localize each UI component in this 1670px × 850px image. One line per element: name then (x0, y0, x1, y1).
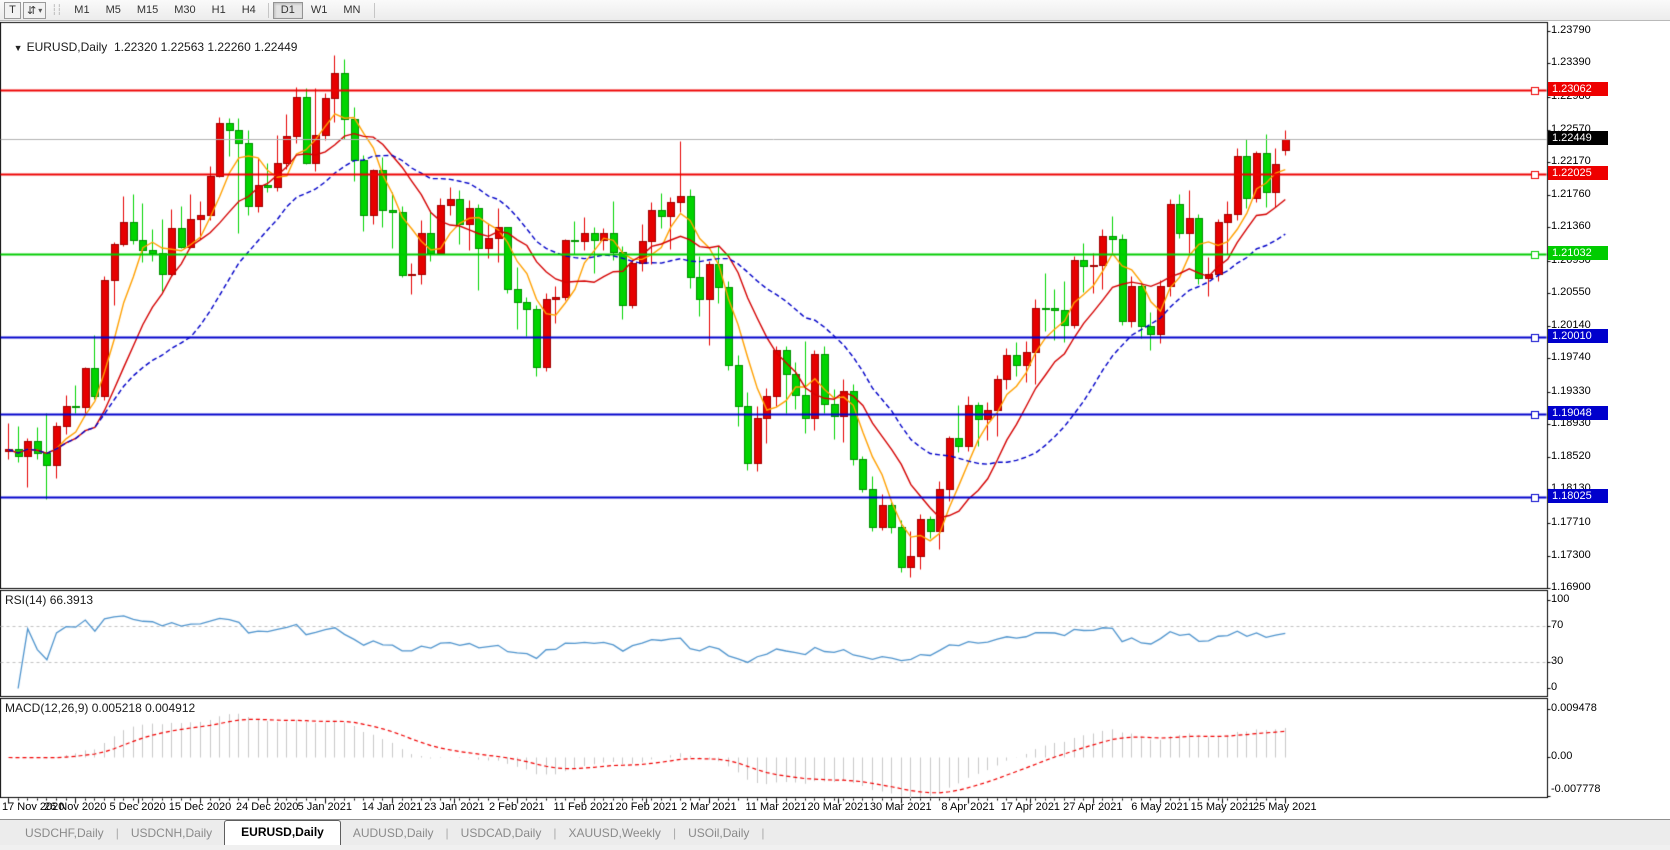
timeframe-button-m30[interactable]: M30 (166, 2, 203, 19)
symbol-tab-bar: USDCHF,Daily | USDCNH,DailyEURUSD,DailyAUD… (0, 819, 1670, 845)
rsi-axis-label: 100 (1551, 593, 1569, 605)
status-strip (0, 845, 1670, 850)
price-axis-tick: 1.17300 (1551, 549, 1591, 561)
toolbar-separator (374, 3, 375, 18)
tab-separator: | (761, 826, 764, 845)
timeframe-button-w1[interactable]: W1 (303, 2, 336, 19)
date-axis-label: 20 Feb 2021 (616, 801, 678, 813)
timeframe-button-mn[interactable]: MN (335, 2, 368, 19)
price-axis-tick: 1.19330 (1551, 385, 1591, 397)
macd-signal-value: 0.004912 (145, 701, 195, 715)
date-axis-label: 5 Jan 2021 (298, 801, 352, 813)
tab-usdcnh-daily[interactable]: USDCNH,Daily (119, 822, 224, 845)
tab-usdcad-daily[interactable]: USDCAD,Daily (449, 822, 554, 845)
price-axis-tick: 1.23390 (1551, 56, 1591, 68)
chevron-down-icon: ▾ (38, 6, 42, 15)
macd-main-value: 0.005218 (92, 701, 142, 715)
price-level-badge[interactable]: 1.23062 (1548, 82, 1608, 96)
date-axis-label: 5 Dec 2020 (109, 801, 165, 813)
arrange-symbols-button[interactable]: ⇵▾ (23, 2, 46, 19)
current-price-badge: 1.22449 (1548, 131, 1608, 145)
price-axis-tick: 1.19740 (1551, 351, 1591, 363)
date-axis-label: 24 Dec 2020 (236, 801, 298, 813)
date-axis-label: 15 May 2021 (1191, 801, 1255, 813)
tab-usdchf-daily[interactable]: USDCHF,Daily (13, 822, 116, 845)
chart-symbol-label: EURUSD,Daily (27, 40, 108, 54)
date-axis-label: 6 May 2021 (1131, 801, 1188, 813)
timeframe-button-h1[interactable]: H1 (204, 2, 234, 19)
date-axis-label: 2 Mar 2021 (681, 801, 737, 813)
trading-terminal-window: { "toolbar": { "text_tool_label": "T", "… (0, 0, 1670, 850)
date-axis-label: 14 Jan 2021 (362, 801, 423, 813)
date-axis-label: 11 Mar 2021 (746, 801, 807, 813)
date-axis-label: 27 Apr 2021 (1063, 801, 1122, 813)
price-axis-tick: 1.18520 (1551, 450, 1591, 462)
date-axis-label: 20 Mar 2021 (808, 801, 870, 813)
text-tool-button[interactable]: T (4, 2, 21, 19)
top-toolbar: T ⇵▾ ┆┆ M1M5M15M30H1H4 D1W1MN (0, 0, 1670, 21)
rsi-axis-label: 0 (1551, 681, 1557, 693)
date-axis-label: 26 Nov 2020 (44, 801, 106, 813)
timeframe-button-m5[interactable]: M5 (98, 2, 129, 19)
toolbar-separator (268, 3, 269, 18)
price-axis-tick: 1.20550 (1551, 286, 1591, 298)
tab-xauusd-weekly[interactable]: XAUUSD,Weekly (556, 822, 672, 845)
date-axis-label: 23 Jan 2021 (424, 801, 485, 813)
timeframe-button-m15[interactable]: M15 (129, 2, 166, 19)
price-chart-canvas[interactable] (0, 0, 1670, 850)
tab-eurusd-daily[interactable]: EURUSD,Daily (224, 820, 341, 845)
toolbar-grip: ┆┆ (51, 5, 61, 16)
macd-axis-label: 0.00 (1551, 750, 1572, 762)
date-axis-label: 8 Apr 2021 (941, 801, 994, 813)
price-level-badge[interactable]: 1.19048 (1548, 406, 1608, 420)
sort-arrows-icon: ⇵ (27, 4, 36, 17)
price-level-badge[interactable]: 1.20010 (1548, 329, 1608, 343)
price-axis-tick: 1.16900 (1551, 581, 1591, 593)
macd-label: MACD(12,26,9) 0.005218 0.004912 (5, 701, 195, 715)
rsi-value: 66.3913 (50, 593, 93, 607)
price-level-badge[interactable]: 1.22025 (1548, 166, 1608, 180)
timeframe-button-group: M1M5M15M30H1H4 D1W1MN (66, 2, 368, 19)
tab-usoil-daily[interactable]: USOil,Daily (676, 822, 761, 845)
price-level-badge[interactable]: 1.21032 (1548, 246, 1608, 260)
price-axis-tick: 1.17710 (1551, 516, 1591, 528)
price-axis-tick: 1.21360 (1551, 220, 1591, 232)
macd-axis-label: 0.009478 (1551, 702, 1597, 714)
rsi-axis-label: 70 (1551, 619, 1563, 631)
date-axis-label: 17 Apr 2021 (1001, 801, 1060, 813)
timeframe-button-m1[interactable]: M1 (66, 2, 97, 19)
date-axis-label: 15 Dec 2020 (169, 801, 231, 813)
rsi-label: RSI(14) 66.3913 (5, 593, 93, 607)
date-axis-label: 30 Mar 2021 (870, 801, 932, 813)
macd-axis-label: -0.007778 (1551, 783, 1601, 795)
date-axis-label: 2 Feb 2021 (489, 801, 545, 813)
timeframe-button-h4[interactable]: H4 (234, 2, 264, 19)
tab-audusd-daily[interactable]: AUDUSD,Daily (341, 822, 446, 845)
chart-ohlc-values: 1.22320 1.22563 1.22260 1.22449 (114, 40, 298, 54)
price-axis-tick: 1.21760 (1551, 188, 1591, 200)
date-axis-label: 11 Feb 2021 (554, 801, 615, 813)
price-level-badge[interactable]: 1.18025 (1548, 489, 1608, 503)
date-axis-label: 25 May 2021 (1253, 801, 1317, 813)
collapse-arrow-icon[interactable]: ▼ (14, 43, 23, 53)
timeframe-button-d1[interactable]: D1 (273, 2, 303, 19)
chart-title: ▼ EURUSD,Daily 1.22320 1.22563 1.22260 1.… (7, 26, 297, 54)
price-axis-tick: 1.23790 (1551, 24, 1591, 36)
rsi-axis-label: 30 (1551, 655, 1563, 667)
